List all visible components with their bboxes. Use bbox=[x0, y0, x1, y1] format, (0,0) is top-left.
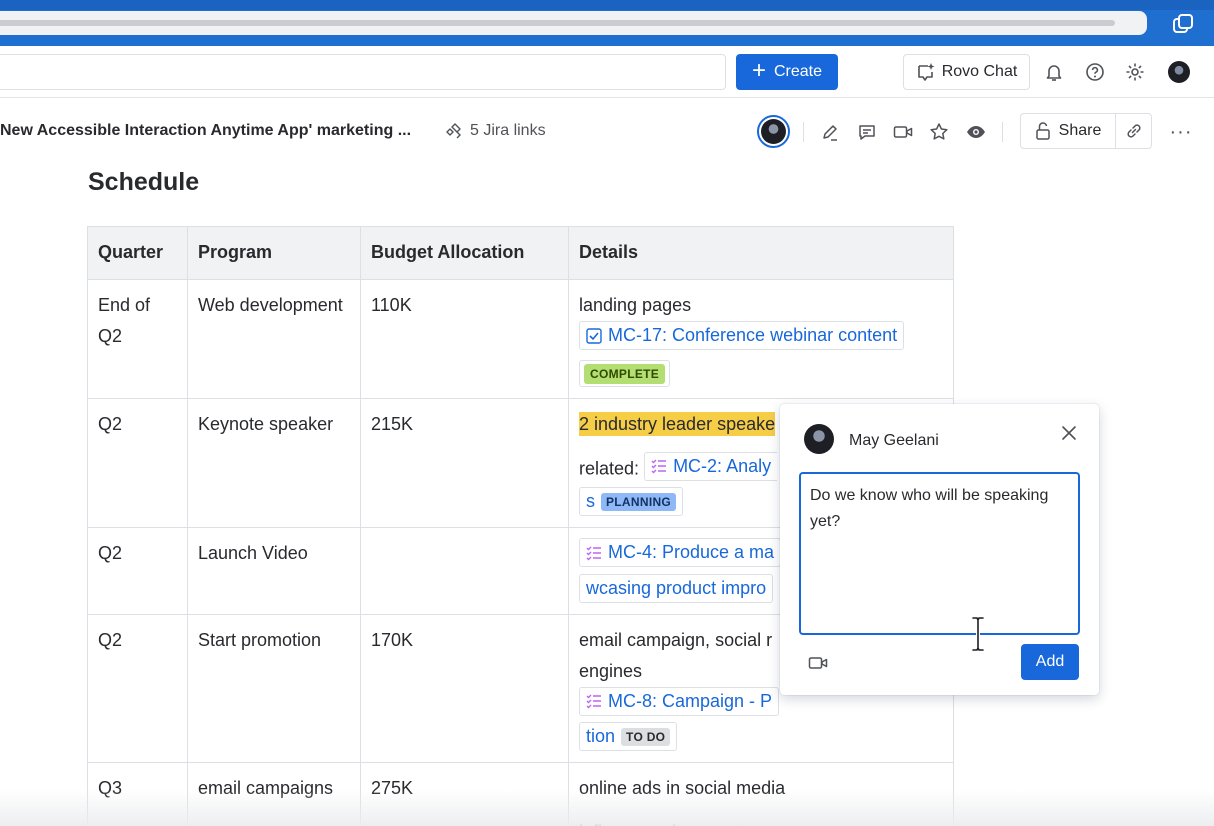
jira-issue-link[interactable]: MC-17: Conference webinar content bbox=[579, 321, 905, 350]
rovo-chat-button[interactable]: Rovo Chat bbox=[903, 54, 1030, 90]
page-header: New Accessible Interaction Anytime App' … bbox=[0, 108, 1214, 156]
status-badge: COMPLETE bbox=[584, 363, 666, 384]
cell-program[interactable]: Keynote speaker bbox=[187, 397, 361, 528]
jira-issue-title-cont: tion bbox=[586, 726, 616, 746]
cell-budget[interactable]: 275K bbox=[360, 762, 569, 826]
comment-input[interactable] bbox=[799, 472, 1080, 635]
plus-icon: + bbox=[751, 57, 766, 84]
cell-program[interactable]: Start promotion bbox=[187, 613, 361, 763]
commenter-name: May Geelani bbox=[849, 432, 939, 449]
details-text: landing pages bbox=[579, 295, 692, 315]
jira-issue-title-cont: wcasing product impro bbox=[586, 577, 767, 598]
jira-issue-link[interactable]: MC-4: Produce a ma bbox=[579, 538, 782, 567]
status-wrapper: COMPLETE bbox=[579, 359, 671, 387]
cell-program[interactable]: email campaigns bbox=[187, 762, 361, 826]
add-comment-button[interactable]: Add bbox=[1021, 644, 1079, 680]
cell-details[interactable]: online ads in social media influencer pl… bbox=[568, 762, 954, 826]
create-button-label: Create bbox=[773, 63, 823, 80]
cell-quarter[interactable]: End of Q2 bbox=[87, 279, 188, 399]
header-details[interactable]: Details bbox=[568, 226, 954, 280]
video-icon[interactable] bbox=[889, 118, 917, 146]
edit-icon[interactable] bbox=[816, 118, 844, 146]
share-label: Share bbox=[1058, 122, 1102, 139]
cell-budget[interactable]: 110K bbox=[360, 279, 569, 399]
status-badge: PLANNING bbox=[601, 492, 677, 511]
jira-issue-link[interactable]: MC-2: Analy bbox=[644, 451, 778, 481]
address-bar[interactable] bbox=[0, 11, 1147, 35]
header-budget[interactable]: Budget Allocation bbox=[360, 226, 569, 280]
profile-avatar[interactable] bbox=[1165, 58, 1193, 86]
jira-issue-link-cont[interactable]: tion TO DO bbox=[579, 722, 678, 751]
notifications-icon[interactable] bbox=[1040, 58, 1068, 86]
video-record-icon[interactable] bbox=[806, 652, 830, 674]
status-badge: TO DO bbox=[621, 727, 671, 746]
cell-budget[interactable] bbox=[360, 527, 569, 615]
cell-quarter[interactable]: Q2 bbox=[87, 397, 188, 528]
cell-budget[interactable]: 170K bbox=[360, 613, 569, 763]
jira-link-icon bbox=[446, 123, 461, 139]
details-text: influencer placement bbox=[579, 817, 943, 826]
app-top-bar: + Create Rovo Chat bbox=[0, 46, 1214, 98]
table-row: Q3 email campaigns 275K online ads in so… bbox=[87, 762, 954, 826]
epic-list-icon bbox=[586, 694, 601, 709]
link-icon bbox=[1126, 124, 1141, 138]
task-checkbox-icon bbox=[586, 327, 602, 344]
close-icon[interactable] bbox=[1057, 421, 1081, 445]
more-actions-icon[interactable]: ··· bbox=[1166, 118, 1196, 146]
rovo-chat-label: Rovo Chat bbox=[941, 63, 1018, 80]
jira-issue-title: MC-8: Campaign - P bbox=[608, 690, 773, 711]
collaborator-avatar[interactable] bbox=[757, 115, 790, 148]
address-bar-track bbox=[0, 20, 1115, 26]
jira-issue-link-cont[interactable]: wcasing product impro bbox=[579, 573, 774, 603]
epic-list-icon bbox=[651, 459, 667, 474]
cell-quarter[interactable]: Q2 bbox=[87, 613, 188, 763]
create-button[interactable]: + Create bbox=[736, 54, 838, 90]
unlock-icon bbox=[1035, 122, 1050, 140]
section-heading: Schedule bbox=[88, 168, 200, 196]
page-title[interactable]: New Accessible Interaction Anytime App' … bbox=[0, 122, 411, 140]
table-row: End of Q2 Web development 110K landing p… bbox=[87, 279, 954, 399]
star-icon[interactable] bbox=[925, 118, 953, 146]
table-header-row: Quarter Program Budget Allocation Detail… bbox=[87, 226, 954, 280]
cell-quarter[interactable]: Q2 bbox=[87, 527, 188, 615]
share-button[interactable]: Share bbox=[1020, 113, 1115, 149]
header-quarter[interactable]: Quarter bbox=[87, 226, 188, 280]
tabs-overview-icon[interactable] bbox=[1168, 9, 1198, 39]
browser-title-strip bbox=[0, 0, 1214, 10]
divider bbox=[1002, 122, 1003, 142]
details-text: online ads in social media bbox=[579, 778, 786, 798]
copy-link-button[interactable] bbox=[1115, 113, 1152, 149]
commenter-avatar bbox=[804, 424, 834, 454]
search-input[interactable] bbox=[0, 54, 726, 90]
rovo-chat-icon bbox=[917, 63, 935, 81]
related-label: related: bbox=[579, 458, 640, 478]
jira-issue-title: MC-17: Conference webinar content bbox=[608, 325, 898, 345]
divider bbox=[803, 122, 804, 142]
jira-issue-title: MC-2: Analy bbox=[673, 455, 772, 476]
highlighted-text[interactable]: 2 industry leader speake bbox=[579, 411, 776, 436]
jira-issue-title-cont: s bbox=[586, 491, 595, 511]
jira-issue-link-cont[interactable]: s PLANNING bbox=[579, 487, 684, 516]
cell-quarter[interactable]: Q3 bbox=[87, 762, 188, 826]
settings-icon[interactable] bbox=[1121, 58, 1149, 86]
jira-links-label: 5 Jira links bbox=[470, 122, 546, 139]
cell-details[interactable]: landing pages MC-17: Conference webinar … bbox=[568, 279, 954, 399]
cell-program[interactable]: Launch Video bbox=[187, 527, 361, 615]
header-program[interactable]: Program bbox=[187, 226, 361, 280]
jira-issue-title: MC-4: Produce a ma bbox=[608, 542, 775, 562]
jira-issue-link[interactable]: MC-8: Campaign - P bbox=[579, 686, 780, 716]
epic-list-icon bbox=[586, 546, 601, 560]
browser-chrome bbox=[0, 0, 1214, 46]
cell-program[interactable]: Web development bbox=[187, 279, 361, 399]
help-icon[interactable] bbox=[1081, 58, 1109, 86]
inline-comment-popup: May Geelani Add bbox=[780, 404, 1099, 695]
cell-budget[interactable]: 215K bbox=[360, 397, 569, 528]
watch-eye-icon[interactable] bbox=[962, 118, 990, 146]
comment-icon[interactable] bbox=[853, 118, 881, 146]
jira-links-button[interactable]: 5 Jira links bbox=[446, 122, 546, 140]
text-cursor-icon bbox=[971, 616, 985, 652]
